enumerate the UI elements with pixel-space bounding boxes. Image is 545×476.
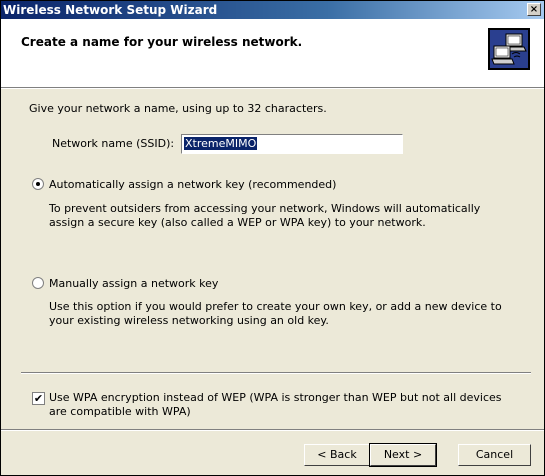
- wpa-checkbox[interactable]: ✔: [32, 392, 45, 405]
- page-title: Create a name for your wireless network.: [21, 35, 303, 49]
- header-separator: [1, 87, 544, 89]
- options-separator: [21, 372, 531, 374]
- ssid-label: Network name (SSID):: [52, 137, 175, 150]
- auto-key-radio[interactable]: [32, 178, 44, 190]
- cancel-button[interactable]: Cancel: [458, 444, 531, 466]
- auto-key-description: To prevent outsiders from accessing your…: [49, 202, 481, 229]
- close-button[interactable]: ×: [527, 3, 541, 16]
- wpa-label[interactable]: Use WPA encryption instead of WEP (WPA i…: [49, 391, 509, 419]
- manual-key-description: Use this option if you would prefer to c…: [49, 300, 502, 327]
- check-icon: ✔: [33, 392, 44, 405]
- wizard-window: Wireless Network Setup Wizard × Create a…: [0, 0, 545, 476]
- footer-separator: [1, 429, 544, 431]
- close-icon: ×: [529, 4, 539, 15]
- ssid-value: XtremeMIMO: [184, 137, 258, 150]
- manual-key-label[interactable]: Manually assign a network key: [49, 277, 218, 290]
- intro-text: Give your network a name, using up to 32…: [29, 102, 327, 115]
- wizard-header: Create a name for your wireless network.: [1, 19, 544, 87]
- auto-key-label[interactable]: Automatically assign a network key (reco…: [49, 178, 336, 191]
- window-title: Wireless Network Setup Wizard: [3, 3, 218, 17]
- network-computers-icon: [488, 28, 530, 70]
- next-button[interactable]: Next >: [369, 443, 437, 467]
- title-bar: Wireless Network Setup Wizard ×: [1, 1, 544, 19]
- back-button[interactable]: < Back: [304, 444, 370, 466]
- manual-key-radio[interactable]: [32, 277, 44, 289]
- ssid-input[interactable]: XtremeMIMO: [181, 134, 403, 154]
- network-computers-icon-graphic: [490, 30, 528, 68]
